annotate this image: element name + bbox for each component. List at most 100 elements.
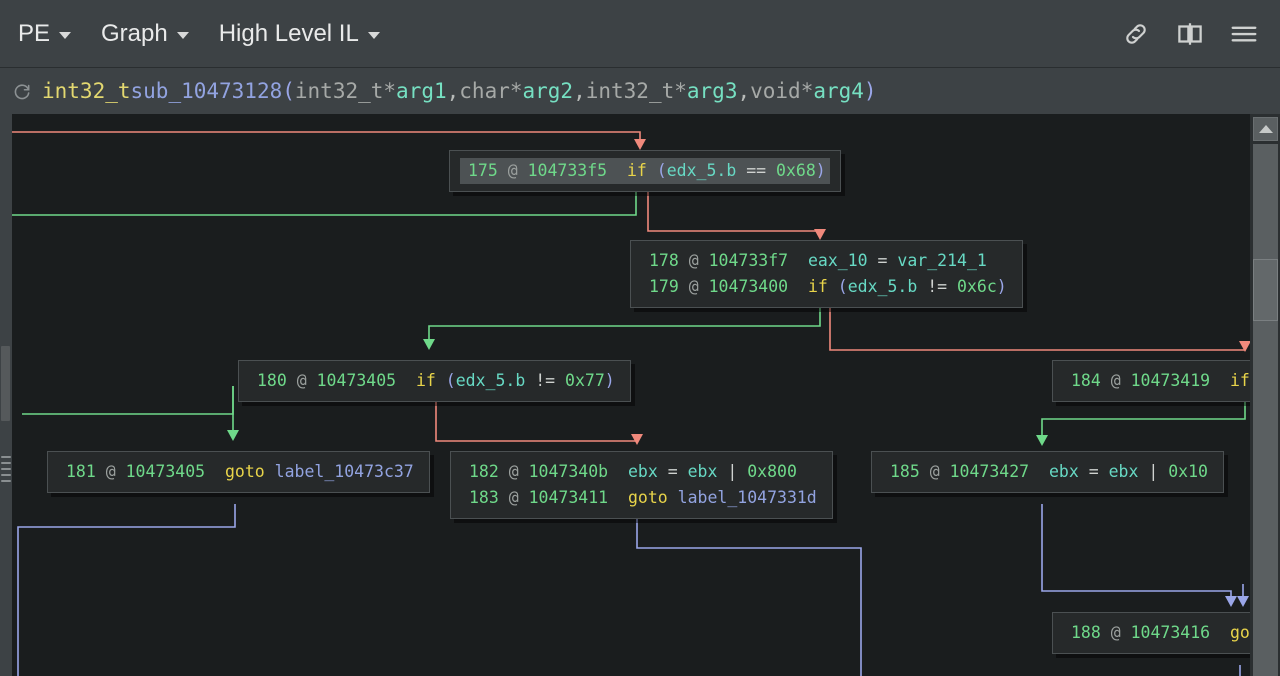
code-token: != bbox=[535, 371, 556, 390]
signature-param-type-3: int32_t* bbox=[585, 79, 687, 103]
graph-node-180[interactable]: 180 @ 10473405 if (edx_5.b != 0x77) bbox=[238, 360, 631, 402]
graph-node-188[interactable]: 188 @ 10473416 goto label_1047331d bbox=[1052, 612, 1280, 654]
graph-node-line[interactable]: 185 @ 10473427 ebx = ebx | 0x10 bbox=[882, 459, 1213, 485]
signature-close-paren: ) bbox=[863, 79, 877, 103]
chevron-down-icon bbox=[367, 32, 380, 39]
graph-view-label: Graph bbox=[101, 19, 168, 47]
signature-sep-2: , bbox=[573, 79, 586, 103]
at-sign: @ bbox=[508, 488, 519, 507]
sp bbox=[205, 462, 225, 481]
line-number: 179 bbox=[649, 277, 679, 296]
il-level-dropdown[interactable]: High Level IL bbox=[219, 20, 380, 48]
graph-node-175[interactable]: 175 @ 104733f5 if (edx_5.b == 0x68) bbox=[449, 150, 841, 192]
at-sign: @ bbox=[1110, 623, 1121, 642]
graph-node-line[interactable]: 183 @ 10473411 goto label_1047331d bbox=[461, 485, 822, 511]
sp bbox=[1210, 623, 1230, 642]
code-token: 0x77 bbox=[565, 371, 605, 390]
graph-node-178[interactable]: 178 @ 104733f7 eax_10 = var_214_1 179 @ 1… bbox=[630, 240, 1023, 308]
code-token: edx_5.b bbox=[847, 277, 918, 296]
graph-node-line[interactable]: 175 @ 104733f5 if (edx_5.b == 0x68) bbox=[460, 158, 830, 184]
sp bbox=[1101, 371, 1111, 390]
panel-resize-grip[interactable] bbox=[0, 454, 12, 484]
sp bbox=[1029, 462, 1049, 481]
arrowhead-180 bbox=[423, 339, 435, 350]
link-icon[interactable] bbox=[1120, 18, 1152, 50]
sp bbox=[518, 161, 528, 180]
code-token: edx_5.b bbox=[455, 371, 526, 390]
code-token: ( bbox=[445, 371, 456, 390]
graph-node-line[interactable]: 179 @ 10473400 if (edx_5.b != 0x6c) bbox=[641, 274, 1012, 300]
signature-param-name-3[interactable]: arg3 bbox=[687, 79, 738, 103]
graph-node-line[interactable]: 181 @ 10473405 goto label_10473c37 bbox=[58, 459, 419, 485]
toolbar-actions bbox=[1120, 18, 1266, 50]
graph-node-184[interactable]: 184 @ 10473419 if (edx_5.b != 0x73) bbox=[1052, 360, 1280, 402]
graph-node-181[interactable]: 181 @ 10473405 goto label_10473c37 bbox=[47, 451, 430, 493]
arrowhead-181 bbox=[227, 430, 239, 441]
sp bbox=[788, 251, 808, 270]
view-type-dropdown[interactable]: PE bbox=[18, 20, 72, 48]
signature-open-paren: ( bbox=[282, 79, 295, 103]
left-rail-thumb[interactable] bbox=[1, 346, 10, 421]
instruction-address: 10473400 bbox=[708, 277, 789, 296]
line-number: 185 bbox=[890, 462, 920, 481]
scroll-up-arrow[interactable] bbox=[1253, 117, 1278, 141]
vertical-scrollbar[interactable] bbox=[1250, 114, 1280, 676]
graph-node-line[interactable]: 184 @ 10473419 if (edx_5.b != 0x73) bbox=[1063, 368, 1280, 394]
arrowhead-188-b bbox=[1237, 596, 1249, 607]
signature-param-type-2: char* bbox=[459, 79, 523, 103]
code-token: if bbox=[415, 371, 436, 390]
il-level-label: High Level IL bbox=[218, 19, 359, 47]
scroll-thumb[interactable] bbox=[1253, 259, 1278, 321]
left-rail[interactable] bbox=[0, 114, 12, 676]
edge-181-goto bbox=[17, 504, 236, 676]
signature-param-name-2[interactable]: arg2 bbox=[523, 79, 574, 103]
at-sign: @ bbox=[688, 251, 699, 270]
chevron-down-icon bbox=[176, 32, 189, 39]
signature-function-name[interactable]: sub_10473128 bbox=[131, 79, 283, 103]
code-token: label_10473c37 bbox=[274, 462, 414, 481]
graph-view-dropdown[interactable]: Graph bbox=[101, 20, 189, 48]
scrollbar-track[interactable] bbox=[1253, 144, 1278, 676]
sp bbox=[940, 462, 950, 481]
graph-node-line[interactable]: 178 @ 104733f7 eax_10 = var_214_1 bbox=[641, 248, 1012, 274]
graph-node-185[interactable]: 185 @ 10473427 ebx = ebx | 0x10 bbox=[871, 451, 1224, 493]
sp bbox=[498, 161, 508, 180]
sp bbox=[679, 277, 689, 296]
sp bbox=[1101, 623, 1111, 642]
code-token: if bbox=[807, 277, 828, 296]
signature-param-name-1[interactable]: arg1 bbox=[396, 79, 447, 103]
toolbar-menus: PE Graph High Level IL bbox=[18, 20, 1120, 48]
line-number: 188 bbox=[1071, 623, 1101, 642]
sp bbox=[287, 371, 297, 390]
signature-param-name-4[interactable]: arg4 bbox=[813, 79, 864, 103]
line-number: 182 bbox=[469, 462, 499, 481]
instruction-address: 104733f7 bbox=[708, 251, 789, 270]
graph-node-line[interactable]: 180 @ 10473405 if (edx_5.b != 0x77) bbox=[249, 368, 620, 394]
code-token: 0x68 bbox=[776, 161, 816, 180]
at-sign: @ bbox=[688, 277, 699, 296]
code-token: eax_10 bbox=[807, 251, 868, 270]
sp bbox=[1121, 623, 1131, 642]
reload-icon[interactable] bbox=[12, 81, 32, 101]
sp bbox=[699, 277, 709, 296]
graph-canvas[interactable]: 175 @ 104733f5 if (edx_5.b == 0x68) 178 @… bbox=[0, 114, 1280, 676]
graph-node-182[interactable]: 182 @ 1047340b ebx = ebx | 0x800 183 @ 10… bbox=[450, 451, 833, 519]
code-token: if bbox=[1229, 371, 1250, 390]
graph-node-line[interactable]: 182 @ 1047340b ebx = ebx | 0x800 bbox=[461, 459, 822, 485]
edge-180-true-b bbox=[22, 386, 234, 415]
split-pane-icon[interactable] bbox=[1174, 18, 1206, 50]
code-token: ( bbox=[656, 161, 667, 180]
graph-node-line[interactable]: 188 @ 10473416 goto label_1047331d bbox=[1063, 620, 1280, 646]
hamburger-menu-icon[interactable] bbox=[1228, 18, 1260, 50]
at-sign: @ bbox=[105, 462, 116, 481]
grip-line bbox=[1, 456, 11, 458]
at-sign: @ bbox=[507, 161, 518, 180]
